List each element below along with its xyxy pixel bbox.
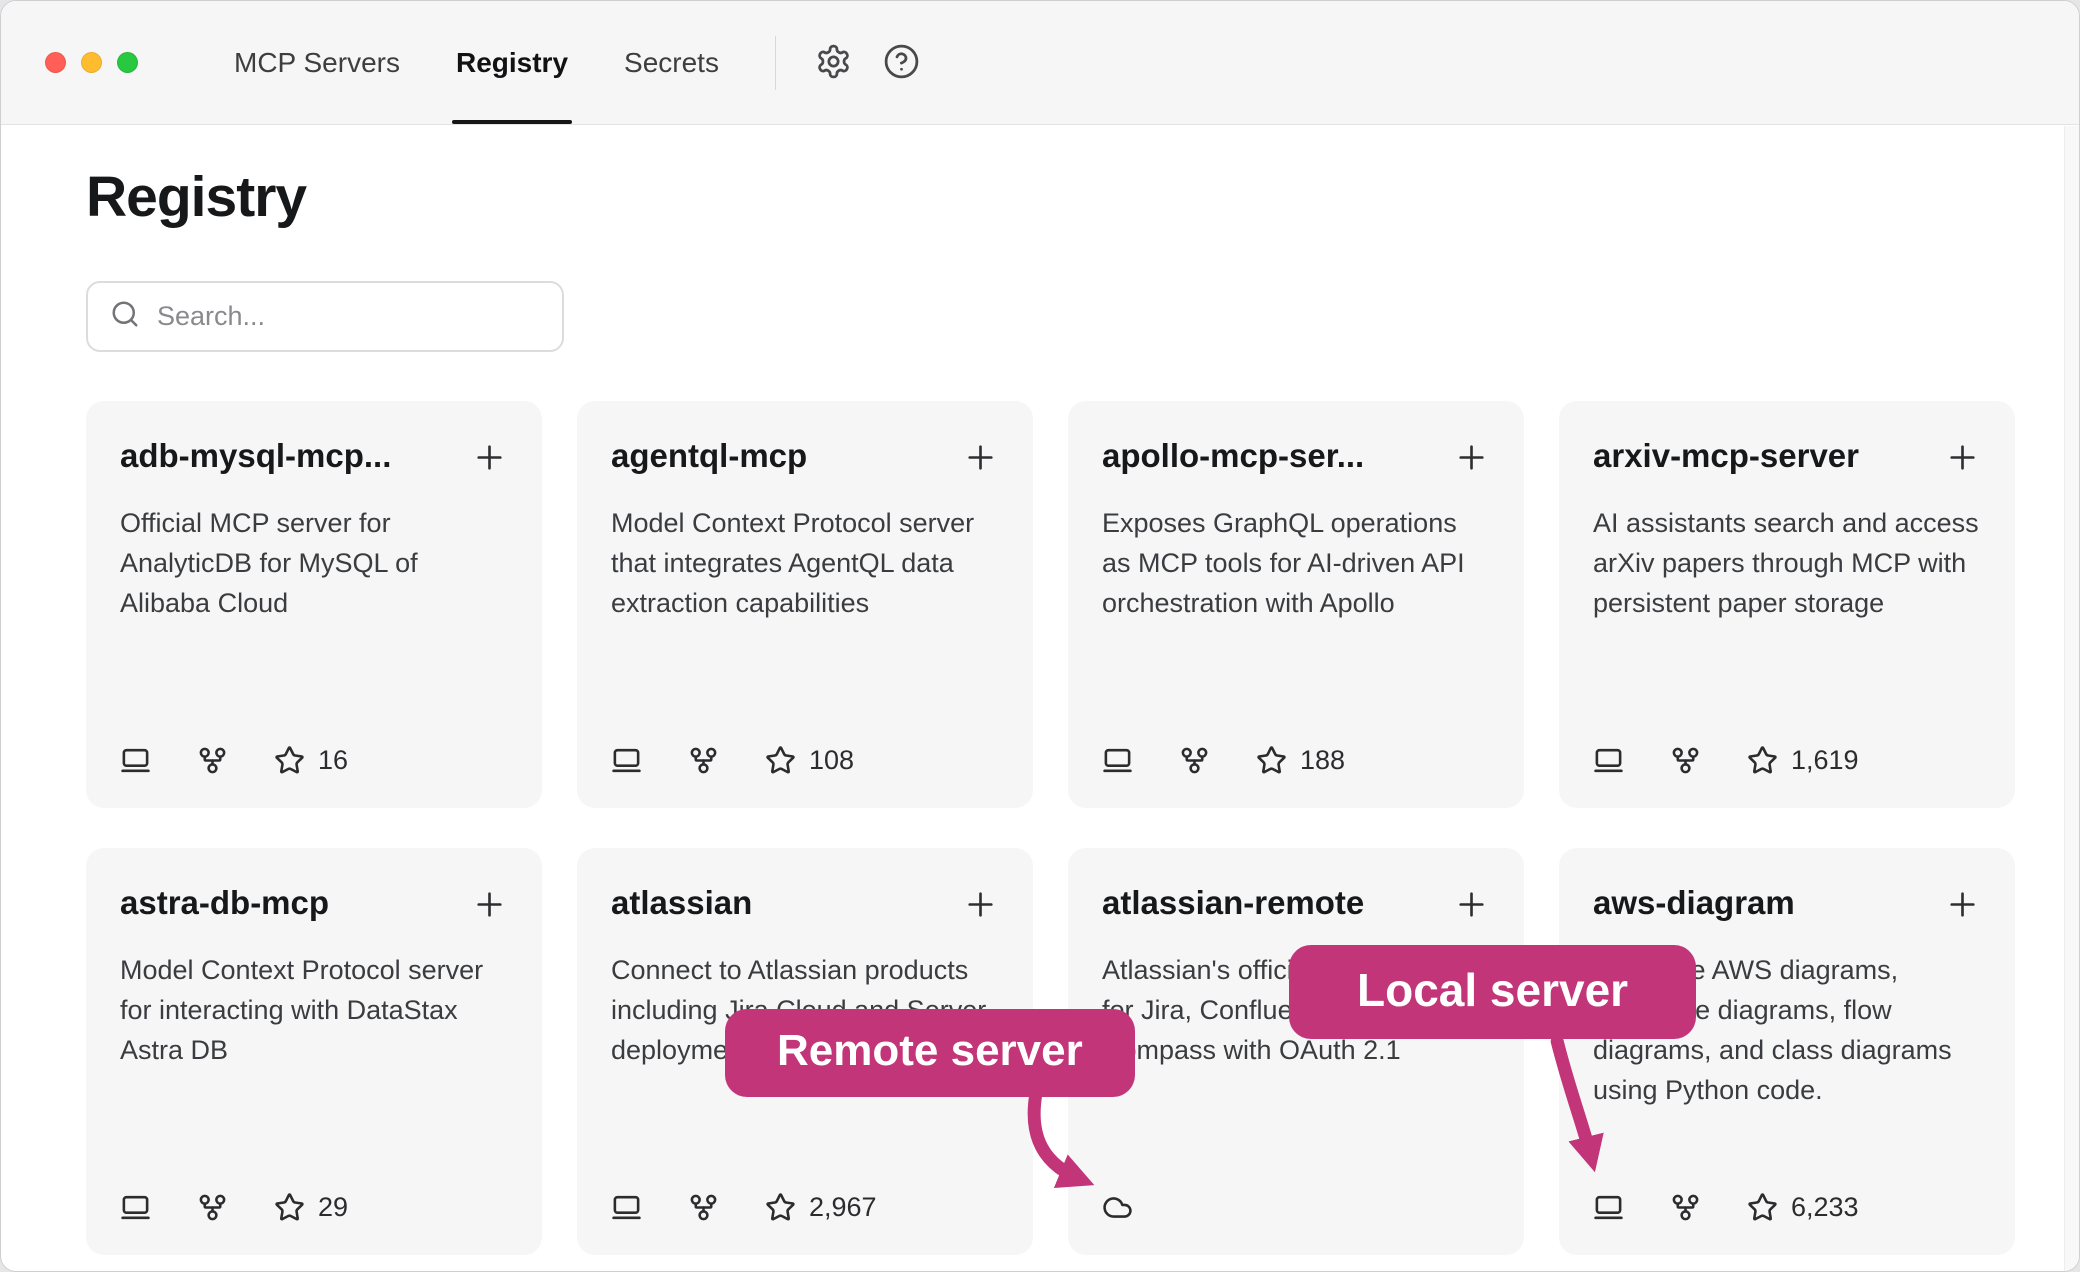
server-description: AI assistants search and access arXiv pa… (1593, 503, 1981, 623)
tab-secrets[interactable]: Secrets (624, 1, 719, 124)
add-server-button[interactable] (962, 439, 999, 476)
add-server-button[interactable] (471, 886, 508, 923)
star-rating: 108 (765, 745, 854, 776)
star-icon (274, 1192, 305, 1223)
star-count: 6,233 (1791, 1192, 1859, 1223)
laptop-icon (1593, 1192, 1624, 1223)
server-description: Official MCP server for AnalyticDB for M… (120, 503, 508, 623)
server-card[interactable]: agentql-mcp Model Context Protocol serve… (577, 401, 1033, 808)
laptop-icon (120, 1192, 151, 1223)
search-box (86, 281, 564, 352)
star-count: 108 (809, 745, 854, 776)
server-name: atlassian-remote (1102, 884, 1364, 922)
laptop-icon (611, 745, 642, 776)
star-icon (1747, 1192, 1778, 1223)
laptop-icon (120, 745, 151, 776)
star-icon (1747, 745, 1778, 776)
git-fork-icon (1179, 745, 1210, 776)
star-rating: 6,233 (1747, 1192, 1859, 1223)
app-window: MCP Servers Registry Secrets Registry ad (0, 0, 2080, 1272)
add-server-button[interactable] (1944, 439, 1981, 476)
star-rating: 2,967 (765, 1192, 877, 1223)
add-server-button[interactable] (471, 439, 508, 476)
titlebar-divider (775, 36, 776, 90)
server-grid: adb-mysql-mcp... Official MCP server for… (86, 401, 2079, 1255)
star-count: 29 (318, 1192, 348, 1223)
server-name: astra-db-mcp (120, 884, 329, 922)
server-card[interactable]: atlassian-remote Atlassian's official re… (1068, 848, 1524, 1255)
server-description: Model Context Protocol server for intera… (120, 950, 508, 1070)
add-server-button[interactable] (1453, 886, 1490, 923)
close-button[interactable] (45, 52, 66, 73)
star-count: 1,619 (1791, 745, 1859, 776)
settings-button[interactable] (810, 39, 858, 87)
server-description: Model Context Protocol server that integ… (611, 503, 999, 623)
star-count: 16 (318, 745, 348, 776)
server-card[interactable]: arxiv-mcp-server AI assistants search an… (1559, 401, 2015, 808)
cloud-icon (1102, 1192, 1133, 1223)
git-fork-icon (1670, 745, 1701, 776)
remote-server-annotation: Remote server (725, 1009, 1135, 1097)
plus-icon (962, 439, 999, 476)
local-server-annotation: Local server (1289, 945, 1696, 1039)
server-card[interactable]: adb-mysql-mcp... Official MCP server for… (86, 401, 542, 808)
server-card[interactable]: astra-db-mcp Model Context Protocol serv… (86, 848, 542, 1255)
git-fork-icon (688, 1192, 719, 1223)
help-icon (883, 43, 920, 83)
server-name: adb-mysql-mcp... (120, 437, 391, 475)
tab-registry[interactable]: Registry (456, 1, 568, 124)
server-name: aws-diagram (1593, 884, 1795, 922)
tab-mcp-servers[interactable]: MCP Servers (234, 1, 400, 124)
star-rating: 188 (1256, 745, 1345, 776)
page-title: Registry (86, 165, 2079, 229)
plus-icon (1944, 886, 1981, 923)
gear-icon (815, 43, 852, 83)
star-icon (765, 1192, 796, 1223)
star-rating: 1,619 (1747, 745, 1859, 776)
git-fork-icon (197, 745, 228, 776)
star-icon (765, 745, 796, 776)
search-icon (110, 299, 140, 334)
plus-icon (1944, 439, 1981, 476)
server-name: arxiv-mcp-server (1593, 437, 1859, 475)
star-count: 188 (1300, 745, 1345, 776)
add-server-button[interactable] (962, 886, 999, 923)
add-server-button[interactable] (1453, 439, 1490, 476)
plus-icon (471, 439, 508, 476)
server-card[interactable]: aws-diagram Generate AWS diagrams, seque… (1559, 848, 2015, 1255)
plus-icon (1453, 886, 1490, 923)
git-fork-icon (688, 745, 719, 776)
scrollbar-track[interactable] (2064, 126, 2079, 1271)
git-fork-icon (1670, 1192, 1701, 1223)
server-name: atlassian (611, 884, 752, 922)
git-fork-icon (197, 1192, 228, 1223)
star-rating: 29 (274, 1192, 348, 1223)
help-button[interactable] (878, 39, 926, 87)
minimize-button[interactable] (81, 52, 102, 73)
traffic-lights (1, 52, 138, 73)
star-icon (274, 745, 305, 776)
titlebar: MCP Servers Registry Secrets (1, 1, 2079, 125)
server-name: agentql-mcp (611, 437, 807, 475)
server-description: Exposes GraphQL operations as MCP tools … (1102, 503, 1490, 623)
plus-icon (1453, 439, 1490, 476)
laptop-icon (1102, 745, 1133, 776)
laptop-icon (611, 1192, 642, 1223)
zoom-button[interactable] (117, 52, 138, 73)
server-name: apollo-mcp-ser... (1102, 437, 1364, 475)
plus-icon (962, 886, 999, 923)
add-server-button[interactable] (1944, 886, 1981, 923)
star-rating: 16 (274, 745, 348, 776)
search-input[interactable] (157, 301, 540, 332)
plus-icon (471, 886, 508, 923)
star-count: 2,967 (809, 1192, 877, 1223)
star-icon (1256, 745, 1287, 776)
server-card[interactable]: apollo-mcp-ser... Exposes GraphQL operat… (1068, 401, 1524, 808)
laptop-icon (1593, 745, 1624, 776)
main-tabs: MCP Servers Registry Secrets (206, 1, 747, 124)
